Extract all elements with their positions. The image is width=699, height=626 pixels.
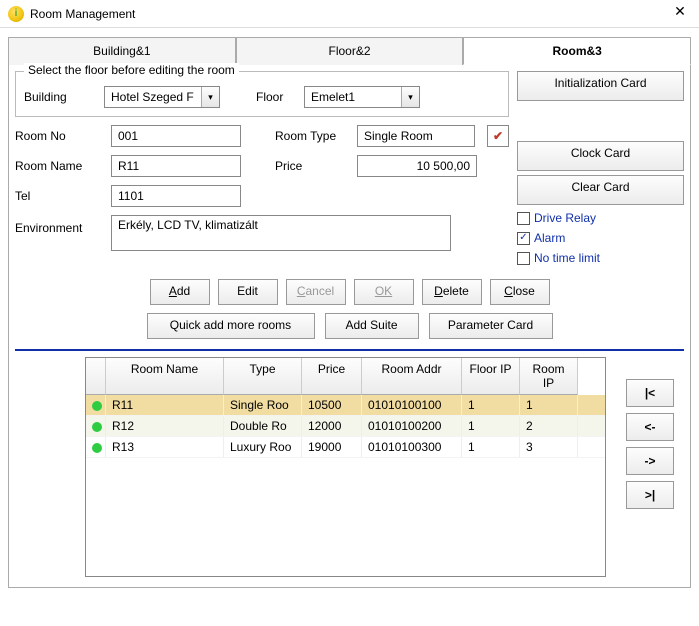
tab-building[interactable]: Building&1 xyxy=(8,37,236,65)
cell-type: Luxury Roo xyxy=(224,437,302,457)
edit-button[interactable]: Edit xyxy=(218,279,278,305)
alarm-check[interactable]: ✓ Alarm xyxy=(517,231,684,245)
floor-value: Emelet1 xyxy=(305,88,401,106)
drive-relay-label: Drive Relay xyxy=(534,211,596,225)
no-time-limit-check[interactable]: No time limit xyxy=(517,251,684,265)
tel-label: Tel xyxy=(15,189,103,203)
ok-button[interactable]: OK xyxy=(354,279,414,305)
titlebar: i Room Management ✕ xyxy=(0,0,699,28)
nav-buttons: |< <- -> >| xyxy=(626,379,674,577)
cell-name: R11 xyxy=(106,395,224,415)
roomtype-label: Room Type xyxy=(275,129,349,143)
rooms-table: Room Name Type Price Room Addr Floor IP … xyxy=(85,357,606,577)
tab-floor[interactable]: Floor&2 xyxy=(236,37,464,65)
close-button[interactable]: Close xyxy=(490,279,550,305)
tab-bar: Building&1 Floor&2 Room&3 xyxy=(8,36,691,65)
cell-name: R13 xyxy=(106,437,224,457)
roomname-input[interactable] xyxy=(111,155,241,177)
cell-name: R12 xyxy=(106,416,224,436)
nav-prev-button[interactable]: <- xyxy=(626,413,674,441)
col-floorip[interactable]: Floor IP xyxy=(462,358,520,395)
nav-last-button[interactable]: >| xyxy=(626,481,674,509)
cell-roomip: 3 xyxy=(520,437,578,457)
floor-select-group: Select the floor before editing the room… xyxy=(15,71,509,117)
roomname-label: Room Name xyxy=(15,159,103,173)
nav-first-button[interactable]: |< xyxy=(626,379,674,407)
no-time-limit-label: No time limit xyxy=(534,251,600,265)
cell-roomip: 2 xyxy=(520,416,578,436)
cell-roomip: 1 xyxy=(520,395,578,415)
init-card-button[interactable]: Initialization Card xyxy=(517,71,684,101)
building-value: Hotel Szeged F xyxy=(105,88,201,106)
building-label: Building xyxy=(24,90,96,104)
roomno-label: Room No xyxy=(15,129,103,143)
separator xyxy=(15,349,684,351)
tel-input[interactable] xyxy=(111,185,241,207)
window-title: Room Management xyxy=(30,7,669,21)
parameter-card-button[interactable]: Parameter Card xyxy=(429,313,553,339)
status-dot-icon xyxy=(92,401,102,411)
checkbox-icon xyxy=(517,252,530,265)
drive-relay-check[interactable]: Drive Relay xyxy=(517,211,684,225)
roomtype-check-icon[interactable]: ✔ xyxy=(487,125,509,147)
chevron-down-icon: ▾ xyxy=(401,87,419,107)
add-button[interactable]: Add xyxy=(150,279,210,305)
col-roomip[interactable]: Room IP xyxy=(520,358,578,395)
env-label: Environment xyxy=(15,215,103,235)
cancel-button[interactable]: Cancel xyxy=(286,279,346,305)
status-dot-icon xyxy=(92,422,102,432)
col-type[interactable]: Type xyxy=(224,358,302,395)
tab-content: Select the floor before editing the room… xyxy=(8,65,691,588)
roomtype-input[interactable] xyxy=(357,125,475,147)
chevron-down-icon: ▾ xyxy=(201,87,219,107)
status-dot-icon xyxy=(92,443,102,453)
floor-label: Floor xyxy=(256,90,296,104)
price-label: Price xyxy=(275,159,349,173)
floor-dropdown[interactable]: Emelet1 ▾ xyxy=(304,86,420,108)
cell-floorip: 1 xyxy=(462,416,520,436)
table-row[interactable]: R13Luxury Roo190000101010030013 xyxy=(86,437,605,458)
cell-addr: 01010100100 xyxy=(362,395,462,415)
col-room-name[interactable]: Room Name xyxy=(106,358,224,395)
tab-room[interactable]: Room&3 xyxy=(463,37,691,65)
close-icon[interactable]: ✕ xyxy=(669,3,691,25)
cell-price: 19000 xyxy=(302,437,362,457)
col-price[interactable]: Price xyxy=(302,358,362,395)
building-dropdown[interactable]: Hotel Szeged F ▾ xyxy=(104,86,220,108)
cell-addr: 01010100300 xyxy=(362,437,462,457)
quick-add-button[interactable]: Quick add more rooms xyxy=(147,313,315,339)
col-addr[interactable]: Room Addr xyxy=(362,358,462,395)
table-row[interactable]: R12Double Ro120000101010020012 xyxy=(86,416,605,437)
nav-next-button[interactable]: -> xyxy=(626,447,674,475)
env-input[interactable] xyxy=(111,215,451,251)
app-icon: i xyxy=(8,6,24,22)
cell-type: Single Roo xyxy=(224,395,302,415)
alarm-label: Alarm xyxy=(534,231,565,245)
checkbox-icon xyxy=(517,212,530,225)
cell-floorip: 1 xyxy=(462,437,520,457)
cell-price: 12000 xyxy=(302,416,362,436)
table-row[interactable]: R11Single Roo105000101010010011 xyxy=(86,395,605,416)
add-suite-button[interactable]: Add Suite xyxy=(325,313,419,339)
cell-addr: 01010100200 xyxy=(362,416,462,436)
table-header: Room Name Type Price Room Addr Floor IP … xyxy=(86,358,605,395)
clear-card-button[interactable]: Clear Card xyxy=(517,175,684,205)
cell-floorip: 1 xyxy=(462,395,520,415)
delete-button[interactable]: Delete xyxy=(422,279,482,305)
clock-card-button[interactable]: Clock Card xyxy=(517,141,684,171)
checkbox-icon: ✓ xyxy=(517,232,530,245)
price-input[interactable] xyxy=(357,155,477,177)
cell-type: Double Ro xyxy=(224,416,302,436)
roomno-input[interactable] xyxy=(111,125,241,147)
cell-price: 10500 xyxy=(302,395,362,415)
group-label: Select the floor before editing the room xyxy=(24,63,239,77)
